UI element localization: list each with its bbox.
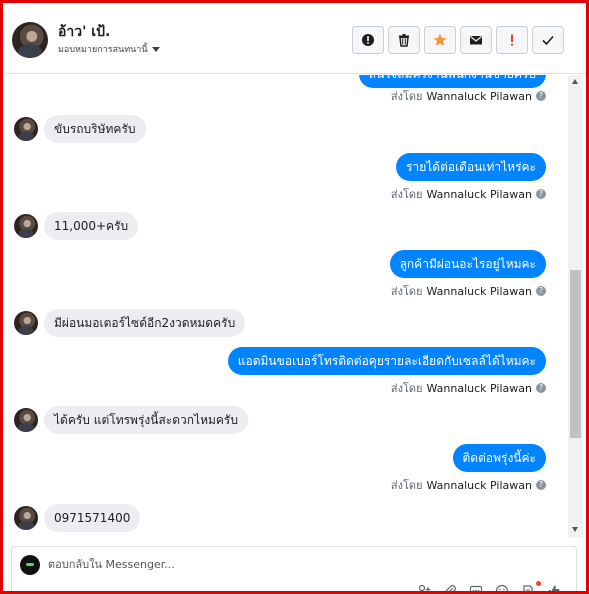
sent-by-prefix: ส่งโดย: [390, 479, 423, 492]
contact-avatar-small: [14, 311, 38, 335]
app-frame: อ้าว' เป้. มอบหมายการสนทนานี้ ส่งโดย Wan…: [0, 0, 589, 594]
outgoing-message[interactable]: แอดมินขอเบอร์โทรติดต่อคุยรายละเอียดกับเซ…: [227, 347, 546, 375]
sender-name: Wannaluck Pilawan: [426, 284, 533, 298]
assign-label: มอบหมายการสนทนานี้: [58, 45, 148, 55]
contact-name[interactable]: อ้าว' เป้.: [58, 21, 110, 43]
action-toolbar: [352, 26, 564, 54]
contact-avatar[interactable]: [12, 22, 48, 58]
help-icon[interactable]: ?: [536, 286, 546, 296]
sender-name: Wannaluck Pilawan: [426, 478, 533, 492]
incoming-message[interactable]: ได้ครับ แต่โทรพรุ่งนี้สะดวกไหมครับ: [44, 406, 248, 434]
reply-composer: [11, 546, 577, 591]
sent-by-prefix: ส่งโดย: [390, 285, 423, 298]
help-icon[interactable]: ?: [536, 91, 546, 101]
scroll-down-arrow-icon[interactable]: [572, 527, 578, 532]
mark-unread-button[interactable]: [460, 26, 492, 54]
reply-input[interactable]: [48, 558, 428, 571]
star-button[interactable]: [424, 26, 456, 54]
outgoing-message[interactable]: ติดต่อพรุ่งนี้ค่ะ: [452, 444, 546, 472]
incoming-message-row: ขับรถบริษัทครับ: [14, 115, 146, 143]
sender-name: Wannaluck Pilawan: [426, 187, 533, 201]
help-icon[interactable]: ?: [536, 189, 546, 199]
outgoing-message[interactable]: รายได้ต่อเดือนเท่าไหร่คะ: [396, 153, 546, 181]
notification-dot: [536, 581, 541, 586]
saved-replies-icon[interactable]: [469, 583, 483, 591]
contact-avatar-small: [14, 117, 38, 141]
page-avatar: [20, 555, 40, 575]
help-icon[interactable]: ?: [536, 480, 546, 490]
spam-button[interactable]: [496, 26, 528, 54]
sent-by-label: ส่งโดย Wannaluck Pilawan ?: [391, 87, 546, 105]
incoming-message-row: 0971571400: [14, 504, 141, 532]
incoming-message[interactable]: ขับรถบริษัทครับ: [44, 115, 146, 143]
thumbs-up-icon[interactable]: [547, 583, 561, 591]
done-button[interactable]: [532, 26, 564, 54]
scroll-up-arrow-icon[interactable]: [572, 79, 578, 84]
sent-by-prefix: ส่งโดย: [390, 90, 423, 103]
sent-by-label: ส่งโดย Wannaluck Pilawan ?: [391, 282, 546, 300]
sent-by-prefix: ส่งโดย: [390, 382, 423, 395]
conversation-header: อ้าว' เป้. มอบหมายการสนทนานี้: [6, 6, 586, 74]
sender-name: Wannaluck Pilawan: [426, 381, 533, 395]
sent-by-label: ส่งโดย Wannaluck Pilawan ?: [391, 476, 546, 494]
contact-avatar-small: [14, 214, 38, 238]
exclamation-icon: [511, 34, 513, 46]
message-thread[interactable]: สนใจสมัครงานพนักงานขายครับ ส่งโดย Wannal…: [6, 75, 568, 538]
scrollbar-thumb[interactable]: [570, 270, 581, 438]
emoji-icon[interactable]: [495, 583, 509, 591]
incoming-message-row: ได้ครับ แต่โทรพรุ่งนี้สะดวกไหมครับ: [14, 406, 248, 434]
attachment-icon[interactable]: [443, 583, 457, 591]
incoming-message-row: 11,000+ครับ: [14, 212, 139, 240]
outgoing-message[interactable]: ลูกค้ามีผ่อนอะไรอยู่ไหมคะ: [389, 250, 546, 278]
incoming-message[interactable]: 11,000+ครับ: [44, 212, 139, 240]
report-button[interactable]: [352, 26, 384, 54]
thread-scrollbar[interactable]: [568, 75, 583, 538]
incoming-message[interactable]: 0971571400: [44, 504, 141, 532]
check-icon: [542, 35, 554, 46]
envelope-icon: [470, 36, 482, 45]
star-icon: [433, 33, 447, 46]
sent-by-label: ส่งโดย Wannaluck Pilawan ?: [391, 185, 546, 203]
assign-conversation-dropdown[interactable]: มอบหมายการสนทนานี้: [58, 42, 160, 56]
delete-button[interactable]: [388, 26, 420, 54]
sent-by-prefix: ส่งโดย: [390, 188, 423, 201]
sender-name: Wannaluck Pilawan: [426, 89, 533, 103]
sent-by-label: ส่งโดย Wannaluck Pilawan ?: [391, 379, 546, 397]
caret-down-icon: [151, 46, 160, 52]
contact-avatar-small: [14, 408, 38, 432]
trash-icon: [399, 34, 409, 47]
help-icon[interactable]: ?: [536, 383, 546, 393]
payment-icon[interactable]: [521, 583, 535, 591]
exclamation-circle-icon: [362, 34, 374, 46]
incoming-message-row: มีผ่อนมอเตอร์ไซด์อีก2งวดหมดครับ: [14, 309, 246, 337]
incoming-message[interactable]: มีผ่อนมอเตอร์ไซด์อีก2งวดหมดครับ: [44, 309, 246, 337]
contact-avatar-small: [14, 506, 38, 530]
add-person-icon[interactable]: [417, 583, 431, 591]
